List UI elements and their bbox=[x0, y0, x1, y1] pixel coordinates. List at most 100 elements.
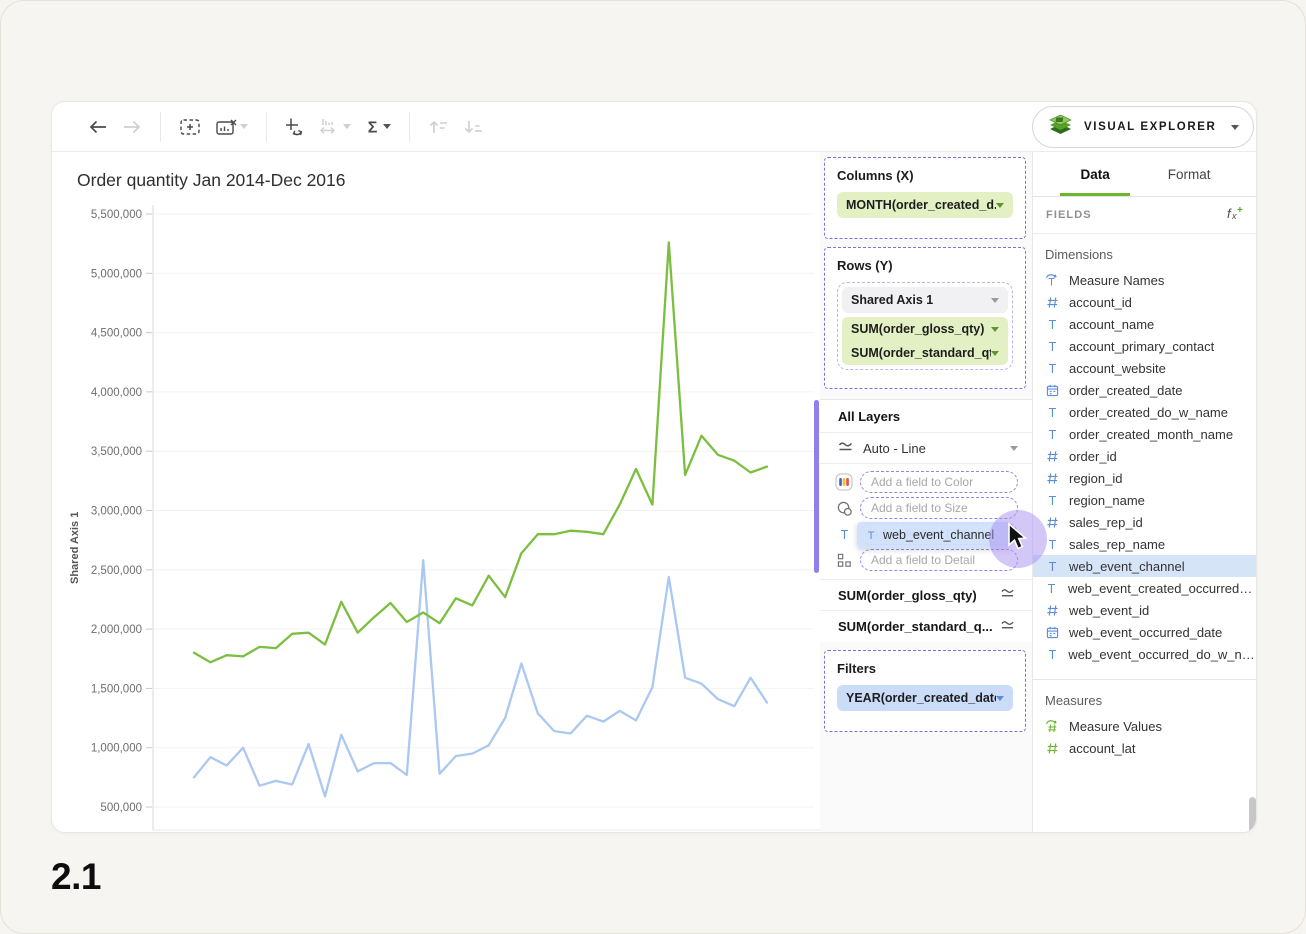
field-web-event-occurred-do-w-name[interactable]: Tweb_event_occurred_do_w_name bbox=[1033, 643, 1257, 665]
chevron-down-icon bbox=[343, 124, 351, 129]
svg-text:1,500,000: 1,500,000 bbox=[91, 683, 142, 695]
scrollbar-thumb[interactable] bbox=[1249, 797, 1256, 833]
drop-row-color: Add a field to Color bbox=[820, 469, 1032, 495]
svg-text:T: T bbox=[1049, 362, 1057, 375]
svg-text:5,000,000: 5,000,000 bbox=[91, 268, 142, 280]
text-icon: T bbox=[1045, 362, 1060, 375]
field-account-id[interactable]: account_id bbox=[1033, 291, 1257, 313]
drop-target-detail[interactable]: Add a field to Detail bbox=[860, 549, 1018, 571]
field-web-event-channel[interactable]: Tweb_event_channel bbox=[1033, 555, 1257, 577]
chevron-down-icon[interactable] bbox=[991, 351, 999, 356]
text-icon: T bbox=[1045, 560, 1060, 573]
drop-target-size[interactable]: Add a field to Size bbox=[860, 497, 1018, 519]
chevron-down-icon[interactable] bbox=[991, 327, 999, 332]
sort-descending-button bbox=[463, 119, 484, 135]
chart-area: Order quantity Jan 2014-Dec 2016 5,500,0… bbox=[52, 152, 820, 833]
rows-measure-pills: SUM(order_gloss_qty)SUM(order_standard_q… bbox=[842, 317, 1008, 365]
tab-data[interactable]: Data bbox=[1074, 152, 1115, 196]
number-icon bbox=[1045, 516, 1060, 529]
field-region-name[interactable]: Tregion_name bbox=[1033, 489, 1257, 511]
layer-row[interactable]: SUM(order_gloss_qty) bbox=[820, 580, 1032, 611]
page-number: 2.1 bbox=[51, 856, 101, 898]
tab-format[interactable]: Format bbox=[1162, 152, 1217, 196]
text-icon: T bbox=[835, 528, 853, 541]
field-account-website[interactable]: Taccount_website bbox=[1033, 357, 1257, 379]
field-account-lat[interactable]: account_lat bbox=[1033, 737, 1257, 759]
chevron-down-icon[interactable] bbox=[996, 696, 1004, 701]
sort-ascending-button bbox=[428, 119, 449, 135]
data-sidebar: DataFormat FIELDS f x + Dimensions TMeas… bbox=[1032, 152, 1257, 833]
line-chart[interactable]: 5,500,0005,000,0004,500,0004,000,0003,50… bbox=[52, 152, 820, 833]
calendar-icon bbox=[1045, 626, 1060, 639]
series-SUM(order_gloss_qty) bbox=[194, 243, 767, 663]
shared-axis-pill[interactable]: Shared Axis 1 bbox=[842, 287, 1008, 313]
remove-sheet-button[interactable] bbox=[215, 118, 248, 136]
rows-pill[interactable]: SUM(order_gloss_qty) bbox=[842, 317, 1008, 341]
svg-text:2,500,000: 2,500,000 bbox=[91, 565, 142, 577]
add-sheet-button[interactable] bbox=[179, 118, 201, 136]
visual-explorer-label: VISUAL EXPLORER bbox=[1084, 121, 1221, 133]
field-account-name[interactable]: Taccount_name bbox=[1033, 313, 1257, 335]
chevron-down-icon[interactable] bbox=[991, 298, 999, 303]
svg-text:T: T bbox=[868, 530, 875, 541]
visual-explorer-logo-icon bbox=[1047, 112, 1074, 143]
chart-title: Order quantity Jan 2014-Dec 2016 bbox=[77, 170, 346, 191]
all-layers-label: All Layers bbox=[820, 400, 1032, 433]
filters-shelf[interactable]: Filters YEAR(order_created_date) bbox=[824, 650, 1026, 732]
fields-label: FIELDS bbox=[1046, 209, 1223, 221]
text-icon: T bbox=[1045, 340, 1060, 353]
svg-text:T: T bbox=[1049, 406, 1057, 419]
field-web-event-created-occurred-na-[interactable]: Tweb_event_created_occurred_na... bbox=[1033, 577, 1257, 599]
text-icon: T bbox=[1045, 406, 1060, 419]
back-arrow-button[interactable] bbox=[88, 119, 108, 135]
number-green-icon bbox=[1045, 742, 1060, 755]
svg-text:T: T bbox=[1048, 648, 1056, 661]
svg-text:T: T bbox=[1049, 318, 1057, 331]
shelf-column: Columns (X) MONTH(order_created_d... Row… bbox=[820, 152, 1032, 833]
field-region-id[interactable]: region_id bbox=[1033, 467, 1257, 489]
field-order-created-month-name[interactable]: Torder_created_month_name bbox=[1033, 423, 1257, 445]
text-icon: T bbox=[1045, 318, 1060, 331]
chevron-down-icon[interactable] bbox=[1010, 446, 1018, 451]
size-icon bbox=[835, 500, 853, 517]
color-icon bbox=[835, 473, 853, 491]
field-sales-rep-id[interactable]: sales_rep_id bbox=[1033, 511, 1257, 533]
swap-axes-button[interactable] bbox=[285, 117, 305, 136]
chevron-down-icon[interactable] bbox=[996, 203, 1004, 208]
dragged-field-pill[interactable]: T web_event_channel bbox=[857, 522, 1010, 548]
field-web-event-occurred-date[interactable]: web_event_occurred_date bbox=[1033, 621, 1257, 643]
svg-text:1,000,000: 1,000,000 bbox=[91, 743, 142, 755]
text-icon: T bbox=[1045, 428, 1060, 441]
svg-text:T: T bbox=[1048, 277, 1055, 287]
columns-shelf[interactable]: Columns (X) MONTH(order_created_d... bbox=[824, 157, 1026, 239]
text-icon: T bbox=[1045, 582, 1059, 595]
svg-text:3,500,000: 3,500,000 bbox=[91, 446, 142, 458]
line-mark-icon bbox=[1000, 618, 1016, 636]
rows-shelf[interactable]: Rows (Y) Shared Axis 1 SUM(order_gloss_q… bbox=[824, 247, 1026, 389]
filters-shelf-label: Filters bbox=[837, 661, 1013, 676]
field-sales-rep-name[interactable]: Tsales_rep_name bbox=[1033, 533, 1257, 555]
number-icon bbox=[1045, 450, 1060, 463]
svg-text:T: T bbox=[1049, 538, 1057, 551]
add-calculated-field-icon[interactable]: f x + bbox=[1223, 205, 1245, 226]
svg-text:4,500,000: 4,500,000 bbox=[91, 328, 142, 340]
columns-pill-month-order-created-date[interactable]: MONTH(order_created_d... bbox=[837, 192, 1013, 218]
drop-target-color[interactable]: Add a field to Color bbox=[860, 471, 1018, 493]
field-account-primary-contact[interactable]: Taccount_primary_contact bbox=[1033, 335, 1257, 357]
mark-type-dropdown[interactable]: Auto - Line bbox=[820, 433, 1032, 464]
series-SUM(order_standard_qty) bbox=[194, 560, 767, 796]
field-order-id[interactable]: order_id bbox=[1033, 445, 1257, 467]
field-web-event-id[interactable]: web_event_id bbox=[1033, 599, 1257, 621]
rows-pill[interactable]: SUM(order_standard_qty) bbox=[842, 341, 1008, 365]
filter-pill-year-order-created-date[interactable]: YEAR(order_created_date) bbox=[837, 685, 1013, 711]
field-order-created-do-w-name[interactable]: Torder_created_do_w_name bbox=[1033, 401, 1257, 423]
svg-text:T: T bbox=[1049, 494, 1057, 507]
field-measure-names[interactable]: TMeasure Names bbox=[1033, 269, 1257, 291]
visual-explorer-menu[interactable]: VISUAL EXPLORER bbox=[1032, 106, 1254, 148]
svg-text:T: T bbox=[840, 528, 848, 541]
layer-row[interactable]: SUM(order_standard_q... bbox=[820, 611, 1032, 642]
chevron-down-icon bbox=[383, 124, 391, 129]
sigma-button[interactable]: Σ bbox=[365, 118, 391, 136]
field-order-created-date[interactable]: order_created_date bbox=[1033, 379, 1257, 401]
field-measure-values[interactable]: Measure Values bbox=[1033, 715, 1257, 737]
